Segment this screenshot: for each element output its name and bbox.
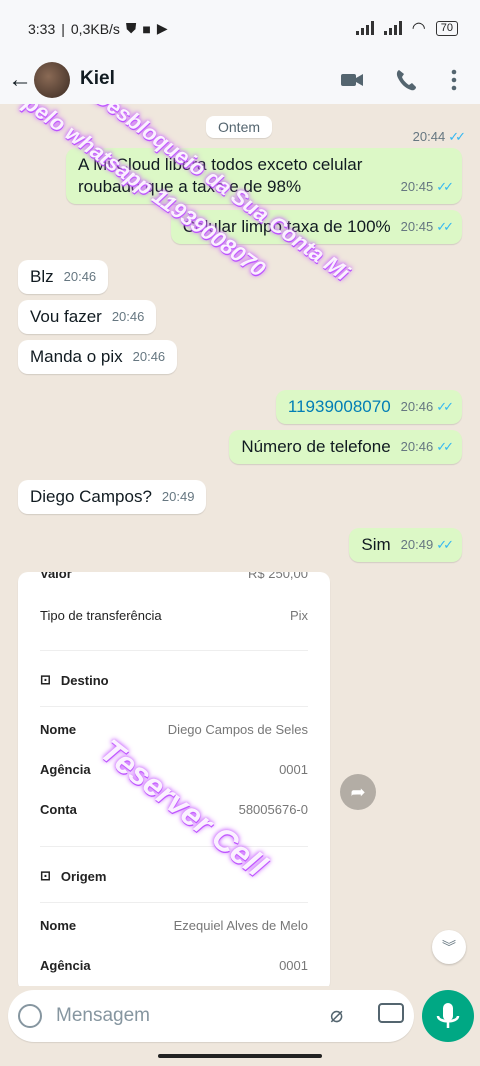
read-ticks-icon: ✓✓ [436,537,454,552]
network-speed: 0,3KB/s [70,20,120,37]
message-text: Blz [30,267,54,286]
date-chip: Ontem [206,116,273,138]
scroll-down-icon[interactable]: ︾ [432,930,466,964]
message-text: Sim [361,535,391,554]
read-ticks-icon: ✓✓ [436,179,454,194]
message-time: 20:46 [63,269,97,284]
receipt-row: Agência 0001 [40,762,308,777]
wifi-icon: ◠ [411,20,426,37]
receipt-row: Nome Ezequiel Alves de Melo [40,918,308,933]
read-ticks-icon: ✓✓ [436,219,454,234]
phone-call-icon[interactable] [392,66,420,94]
status-time: 3:33 [28,20,56,37]
receipt-row-tipo: Tipo de transferência Pix [40,608,308,623]
message-time: 20:45 [400,219,434,234]
message-input[interactable]: Mensagem ⌀ [8,990,414,1042]
message-bubble[interactable]: Número de telefone 20:46 ✓✓ [229,430,462,464]
divider [40,902,308,903]
message-time: 20:49 [400,537,434,552]
chat-header: ← Kiel [0,56,480,104]
back-arrow-icon[interactable]: ← [6,64,34,96]
signal-icon [355,21,374,35]
message-bubble[interactable]: Manda o pix 20:46 [18,340,178,374]
message-time: 20:45 [400,179,434,194]
receipt-row: Nome Diego Campos de Seles [40,722,308,737]
attach-icon[interactable]: ⌀ [330,1002,343,1028]
message-text: Diego Campos? [30,487,152,506]
divider [40,650,308,651]
message-input-bar: Mensagem ⌀ [0,986,480,1046]
message-time: 20:46 [400,399,434,414]
receipt-section-origem: ⊡ Origem [40,868,107,884]
message-text: Vou fazer [30,307,102,326]
message-bubble[interactable]: 11939008070 20:46 ✓✓ [275,390,462,424]
notification-icon: ■ [142,20,151,37]
emoji-icon[interactable] [18,1004,42,1028]
message-placeholder[interactable]: Mensagem [56,1005,150,1027]
message-bubble[interactable]: Diego Campos? 20:49 [18,480,207,514]
avatar[interactable] [34,62,70,98]
read-ticks-icon: ✓✓ [436,399,454,414]
message-bubble[interactable]: Sim 20:49 ✓✓ [349,528,462,562]
message-bubble[interactable]: Vou fazer 20:46 [18,300,157,334]
gesture-bar[interactable] [158,1054,322,1058]
message-bubble-time-only: 20:44 ✓✓ [312,116,466,144]
signal-icon-2 [383,21,402,35]
divider [40,846,308,847]
read-ticks-icon: ✓✓ [436,439,454,454]
divider [40,706,308,707]
chat-area[interactable]: Ontem 20:44 ✓✓ A Mi Cloud libera todos e… [0,104,480,986]
phone-link[interactable]: 11939008070 [288,396,391,418]
receipt-row-valor: Valor R$ 250,00 [40,572,308,581]
message-bubble[interactable]: Blz 20:46 [18,260,109,294]
camera-icon[interactable] [378,1003,404,1023]
video-call-icon[interactable] [338,66,366,94]
message-text: Número de telefone [241,437,391,456]
receipt-row: Agência 0001 [40,958,308,973]
transfer-in-icon: ⊡ [40,672,51,687]
message-time: 20:46 [400,439,434,454]
battery-icon: 70 [435,20,458,36]
mic-icon [436,1003,460,1028]
more-options-icon[interactable] [440,66,468,94]
forward-icon[interactable]: ➦ [340,774,376,810]
status-bar: 3:33 | 0,3KB/s ⛊ ■ ▶ ◠ 70 [0,0,480,56]
shield-icon: ⛊ [125,20,137,36]
contact-name[interactable]: Kiel [80,68,115,90]
message-time: 20:46 [132,349,166,364]
message-time: 20:49 [161,489,195,504]
read-ticks-icon: ✓✓ [448,129,466,144]
receipt-section-destino: ⊡ Destino [40,672,109,688]
message-time: 20:46 [111,309,145,324]
transfer-out-icon: ⊡ [40,868,51,883]
message-text: Manda o pix [30,347,123,366]
video-status-icon: ▶ [156,20,168,36]
mic-button[interactable] [422,990,474,1042]
message-time: 20:44 [412,129,446,144]
